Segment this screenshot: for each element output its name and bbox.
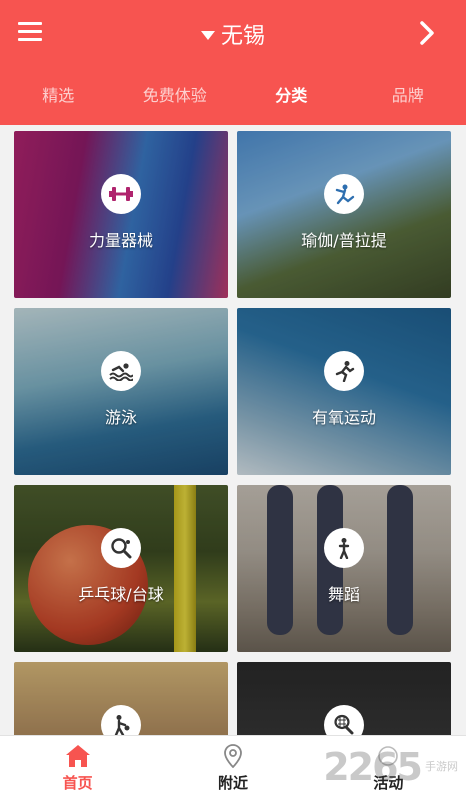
- location-pin-icon: [224, 743, 242, 768]
- category-card-swimming[interactable]: 游泳: [14, 308, 228, 475]
- category-card-strength[interactable]: 力量器械: [14, 131, 228, 298]
- city-selector[interactable]: 无锡: [0, 18, 466, 50]
- watermark-site: 手游网: [425, 760, 458, 773]
- nav-label: 首页: [62, 773, 93, 792]
- category-card-aerobic[interactable]: 有氧运动: [237, 308, 451, 475]
- swimming-icon: [101, 351, 141, 391]
- category-label: 乒乓球/台球: [78, 585, 164, 604]
- tab-brand[interactable]: 品牌: [350, 78, 466, 114]
- watermark-number: 2265: [323, 745, 423, 789]
- home-icon: [65, 744, 90, 767]
- category-card-tennis[interactable]: [237, 662, 451, 735]
- top-bar: 无锡 精选 免费体验 分类 品牌: [0, 0, 466, 125]
- running-icon: [324, 351, 364, 391]
- category-label: 瑜伽/普拉提: [301, 231, 387, 250]
- category-label: 舞蹈: [327, 585, 360, 604]
- category-card-table-tennis[interactable]: 乒乓球/台球: [14, 485, 228, 652]
- tab-free-trial[interactable]: 免费体验: [117, 78, 234, 114]
- nav-home[interactable]: 首页: [0, 736, 155, 800]
- category-card-yoga[interactable]: 瑜伽/普拉提: [237, 131, 451, 298]
- caret-down-icon: [200, 30, 215, 40]
- city-name: 无锡: [220, 24, 265, 49]
- category-label: 有氧运动: [311, 408, 376, 427]
- dumbbell-icon: [101, 174, 141, 214]
- yoga-icon: [324, 174, 364, 214]
- tab-featured[interactable]: 精选: [0, 78, 117, 114]
- category-label: 游泳: [104, 408, 137, 427]
- chevron-right-icon[interactable]: [416, 20, 438, 46]
- tab-bar: 精选 免费体验 分类 品牌: [0, 78, 466, 114]
- tab-category[interactable]: 分类: [233, 78, 350, 114]
- dance-icon: [324, 528, 364, 568]
- category-grid: 力量器械 瑜伽/普拉提 游泳 有氧运动 乒乓球/台球 舞蹈: [0, 125, 466, 735]
- category-label: 力量器械: [88, 231, 153, 250]
- nav-nearby[interactable]: 附近: [155, 736, 310, 800]
- table-tennis-icon: [101, 528, 141, 568]
- category-card-dance[interactable]: 舞蹈: [237, 485, 451, 652]
- watermark: 2265 手游网: [323, 742, 458, 792]
- category-card-ball-sport[interactable]: [14, 662, 228, 735]
- nav-label: 附近: [217, 773, 248, 792]
